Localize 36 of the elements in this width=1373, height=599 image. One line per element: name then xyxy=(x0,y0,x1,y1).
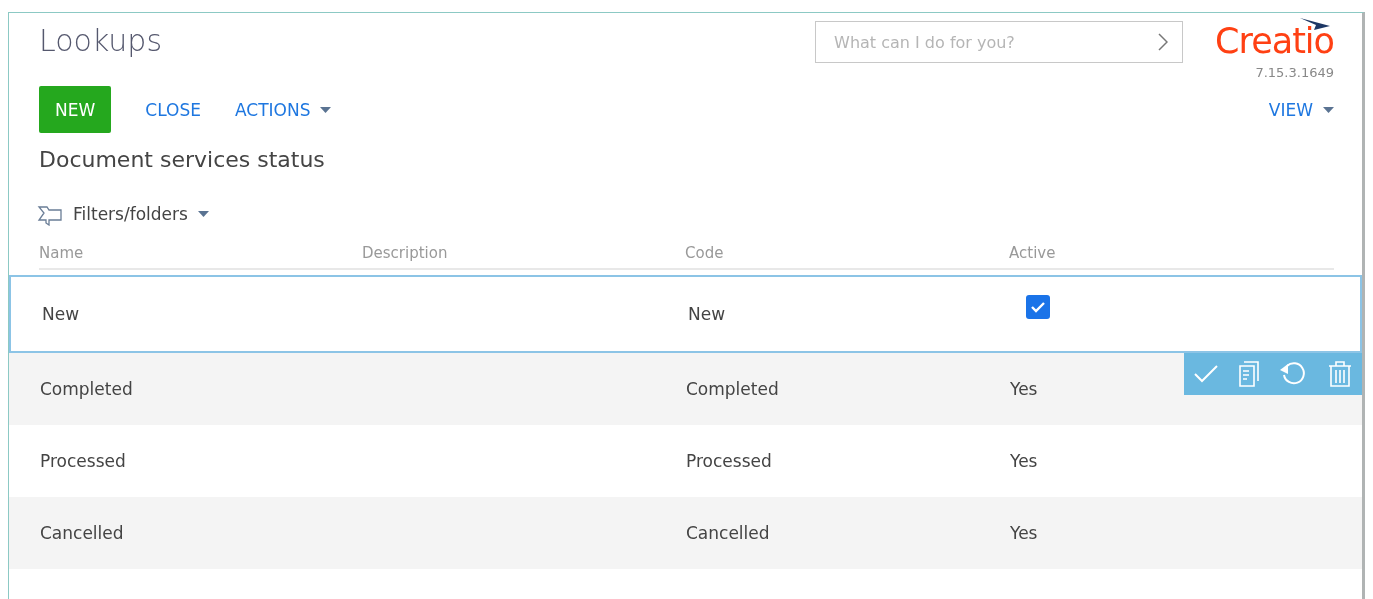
caret-icon xyxy=(197,211,209,218)
version-label: 7.15.3.1649 xyxy=(1255,65,1334,81)
table-row[interactable]: Completed Completed Yes xyxy=(9,353,1362,426)
page-title: Lookups xyxy=(39,22,163,58)
search-field[interactable]: What can I do for you? xyxy=(815,21,1184,63)
table-cell-text: Completed xyxy=(40,379,134,400)
table-cell-text: Cancelled xyxy=(40,523,125,544)
caret-icon xyxy=(1323,106,1334,113)
table-cell-text: Yes xyxy=(1010,451,1039,472)
logo: Creatio xyxy=(1215,17,1334,62)
table-cell-text: Yes xyxy=(1010,379,1039,400)
table-cell-text: Yes xyxy=(1010,523,1039,544)
column-header: Code xyxy=(685,244,725,263)
check-icon xyxy=(1031,301,1045,313)
table-cell-text: Completed xyxy=(686,379,780,400)
close-button[interactable]: CLOSE xyxy=(145,99,201,120)
actions-button[interactable]: ACTIONS xyxy=(234,99,332,120)
column-header: Active xyxy=(1009,244,1057,263)
table-row[interactable]: Cancelled Cancelled Yes xyxy=(9,497,1362,570)
section-title: Document services status xyxy=(38,146,326,173)
table-cell-text: Processed xyxy=(686,451,773,472)
check-icon[interactable] xyxy=(1194,365,1219,384)
view-button[interactable]: VIEW xyxy=(1268,99,1334,120)
column-header: Description xyxy=(362,244,449,263)
table-cell-text: Cancelled xyxy=(686,523,771,544)
trash-icon[interactable] xyxy=(1327,361,1352,388)
caret-icon xyxy=(320,106,332,113)
active-checkbox[interactable] xyxy=(1026,295,1050,320)
table-cell-text: New xyxy=(688,304,727,325)
selected-row[interactable]: New New xyxy=(9,275,1362,354)
filters-button[interactable]: Filters/folders xyxy=(37,202,209,227)
column-header: Name xyxy=(39,244,85,263)
copy-icon[interactable] xyxy=(1238,361,1259,388)
table-cell-text: New xyxy=(42,304,81,325)
chevron-right-icon[interactable] xyxy=(1158,33,1169,51)
table-cell-text: Processed xyxy=(40,451,127,472)
